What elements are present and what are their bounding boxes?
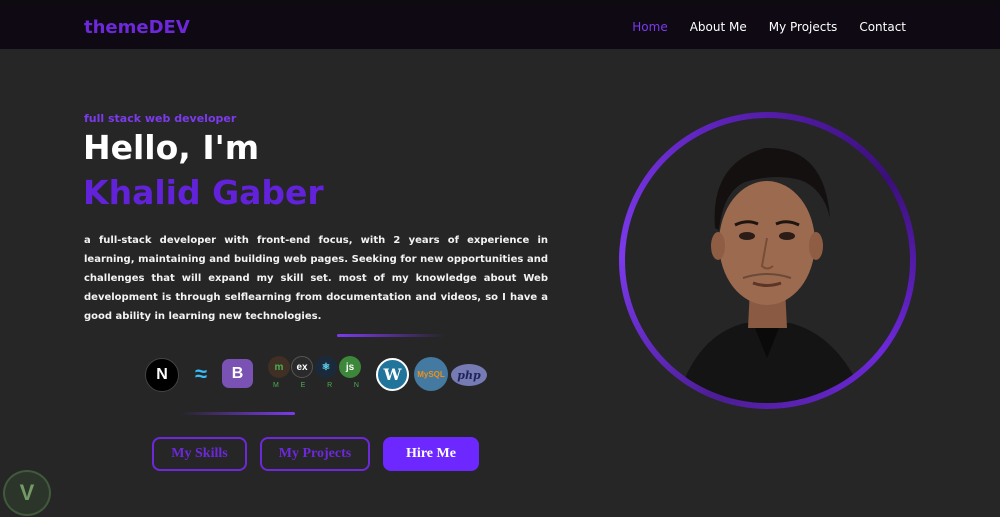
bootstrap-icon: B [222, 359, 253, 388]
react-icon: ⚛ [315, 356, 337, 378]
express-glyph: ex [296, 361, 308, 373]
profile-photo-frame [625, 118, 910, 403]
nav-about[interactable]: About Me [690, 20, 747, 34]
watermark-logo-icon: V [3, 470, 51, 516]
wordpress-glyph: W [383, 365, 402, 384]
mern-letter: N [353, 382, 359, 389]
nav-contact[interactable]: Contact [859, 20, 906, 34]
navbar: themeDEV Home About Me My Projects Conta… [0, 5, 1000, 49]
tailwind-icon: ≈ [194, 361, 208, 386]
main-nav: Home About Me My Projects Contact [632, 20, 906, 34]
hero-name: Khalid Gaber [83, 173, 324, 212]
nodejs-icon: js [339, 356, 361, 378]
mern-letter: M [273, 382, 279, 389]
decorative-line-bottom [180, 412, 295, 415]
mysql-icon: MySQL [414, 357, 448, 391]
profile-photo [685, 147, 855, 403]
hero-description: a full-stack developer with front-end fo… [84, 235, 548, 322]
nav-projects[interactable]: My Projects [769, 20, 838, 34]
mongodb-glyph: m [274, 361, 284, 373]
express-icon: ex [291, 356, 313, 378]
my-projects-button[interactable]: My Projects [260, 437, 370, 471]
react-glyph: ⚛ [321, 361, 331, 373]
nav-home[interactable]: Home [632, 20, 667, 34]
nextjs-glyph: N [156, 366, 168, 383]
nextjs-icon: N [145, 358, 179, 392]
mern-letter: R [327, 382, 333, 389]
my-skills-button[interactable]: My Skills [152, 437, 247, 471]
mongodb-icon: m [268, 356, 290, 378]
decorative-line-top [337, 334, 445, 337]
wordpress-icon: W [376, 358, 409, 391]
brand-logo[interactable]: themeDEV [84, 17, 190, 38]
php-glyph: php [457, 368, 481, 382]
bootstrap-glyph: B [231, 364, 244, 382]
mern-stack-icon: m ex ⚛ js M E R N [268, 356, 364, 396]
php-icon: php [451, 364, 487, 386]
hire-me-button[interactable]: Hire Me [383, 437, 479, 471]
nodejs-glyph: js [345, 361, 355, 373]
mysql-glyph: MySQL [417, 369, 445, 379]
hero-greeting: Hello, I'm [83, 128, 260, 167]
mern-letters: M E R N [268, 382, 364, 389]
profile-photo-ring [619, 112, 916, 409]
mern-letter: E [300, 382, 306, 389]
hero-subtitle: full stack web developer [84, 112, 237, 125]
